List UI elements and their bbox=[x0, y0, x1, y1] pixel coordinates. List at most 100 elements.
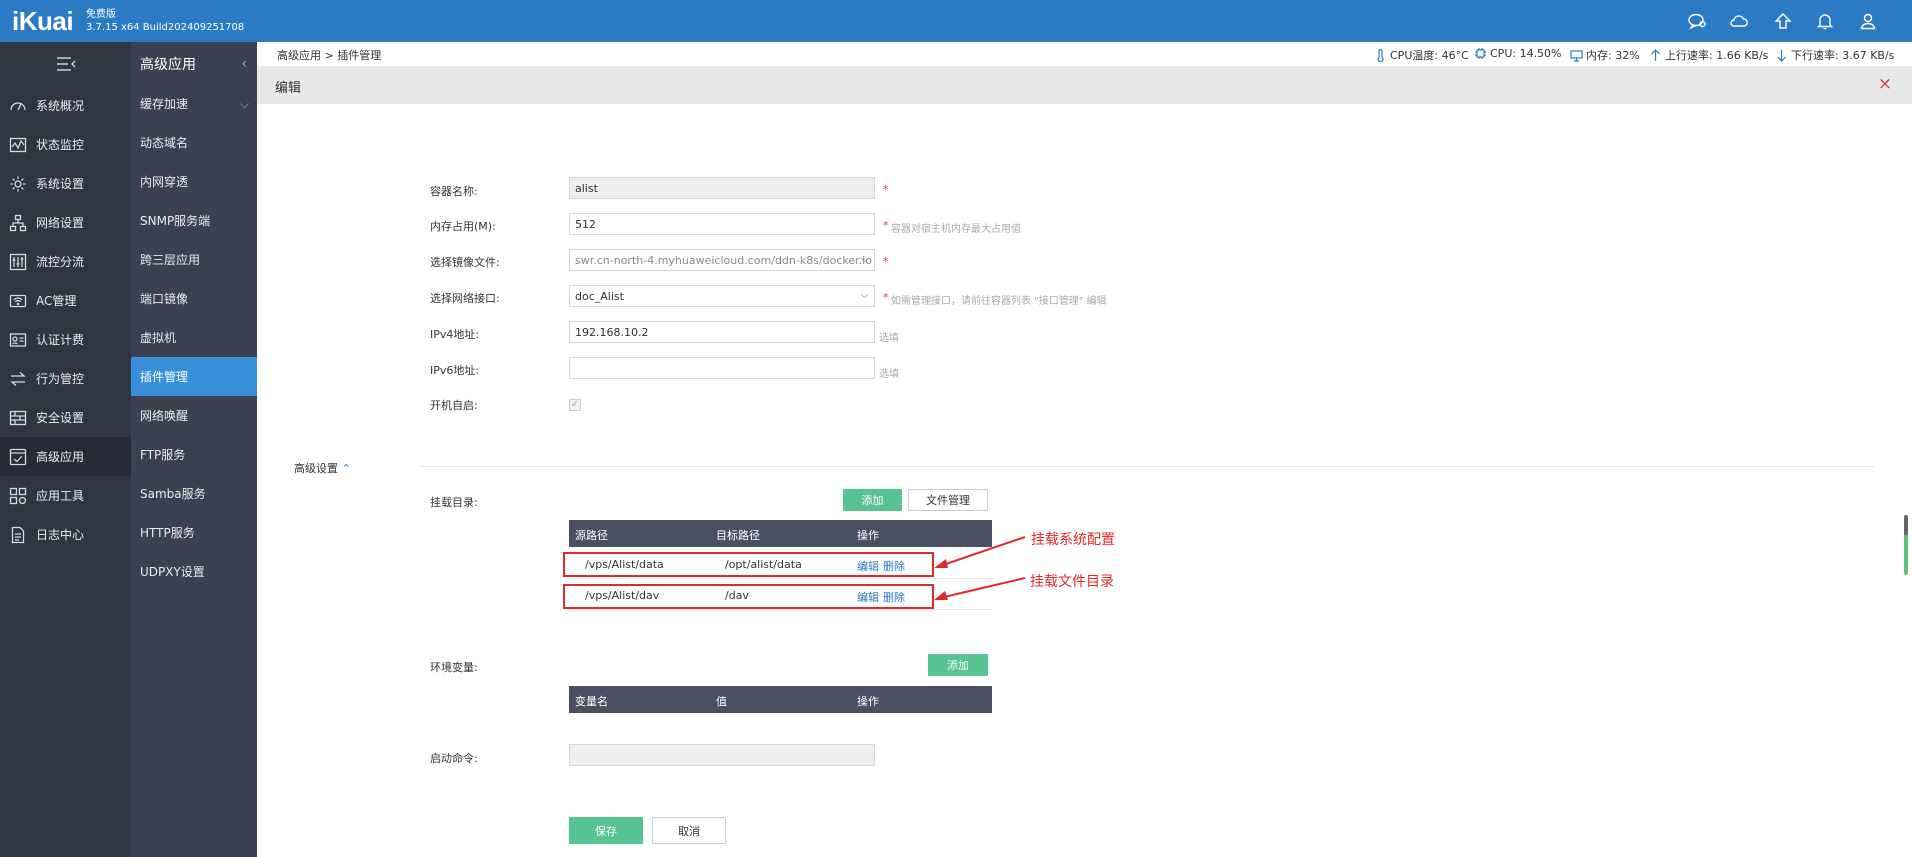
nav-item[interactable]: 安全设置 bbox=[0, 398, 131, 437]
collapse-chevron-icon[interactable]: ‹ bbox=[241, 56, 247, 72]
bell-icon[interactable] bbox=[1815, 11, 1835, 31]
chat-icon[interactable] bbox=[1687, 11, 1707, 31]
annotation-mount-config: 挂载系统配置 bbox=[1031, 532, 1115, 548]
sub-nav-item[interactable]: 网络唤醒 bbox=[131, 396, 257, 435]
nav-item[interactable]: 认证计费 bbox=[0, 320, 131, 359]
sub-nav-item[interactable]: 内网穿透 bbox=[131, 162, 257, 201]
nav-item-label: 日志中心 bbox=[36, 528, 85, 542]
sub-nav-item[interactable]: 动态域名 bbox=[131, 123, 257, 162]
sub-nav-item[interactable]: FTP服务 bbox=[131, 435, 257, 474]
nav-item[interactable]: 行为管控 bbox=[0, 359, 131, 398]
autostart-checkbox[interactable]: ✓ bbox=[569, 399, 581, 411]
log-file-icon bbox=[9, 526, 27, 544]
cancel-button[interactable]: 取消 bbox=[652, 817, 726, 844]
nav-item[interactable]: 日志中心 bbox=[0, 515, 131, 554]
sub-nav-item[interactable]: 虚拟机 bbox=[131, 318, 257, 357]
app-check-icon bbox=[9, 448, 27, 466]
image-select[interactable]: swr.cn-north-4.myhuaweicloud.com/ddn-k8s… bbox=[569, 249, 875, 271]
container-name-field[interactable]: alist bbox=[569, 177, 875, 199]
divider bbox=[420, 466, 1874, 467]
network-icon bbox=[9, 214, 27, 232]
sub-nav-item[interactable]: 缓存加速 ⌵ bbox=[131, 84, 257, 123]
sub-nav-item[interactable]: HTTP服务 bbox=[131, 513, 257, 552]
secondary-nav-title-text: 高级应用 bbox=[140, 57, 196, 73]
tools-grid-icon bbox=[9, 487, 27, 505]
sub-nav-item-label: 动态域名 bbox=[140, 136, 189, 150]
upgrade-icon[interactable] bbox=[1773, 11, 1793, 31]
nav-item[interactable]: 高级应用 bbox=[0, 437, 131, 476]
nav-item[interactable]: AC管理 bbox=[0, 281, 131, 320]
required-mark: * bbox=[883, 183, 889, 196]
ikuai-logo: iKuai bbox=[12, 6, 74, 36]
sub-nav-item[interactable]: 插件管理 bbox=[131, 357, 257, 396]
breadcrumb-bar: 高级应用 > 插件管理 CPU温度: 46°C CPU: 14.50% 内存: … bbox=[257, 42, 1912, 66]
memory-field[interactable]: 512 bbox=[569, 213, 875, 235]
arrows-icon bbox=[9, 370, 27, 388]
gear-icon bbox=[9, 175, 27, 193]
sub-nav-item-label: UDPXY设置 bbox=[140, 565, 205, 579]
version-info: 免费版 3.7.15 x64 Build202409251708 bbox=[86, 8, 244, 34]
container-name-label: 容器名称: bbox=[430, 185, 478, 198]
required-mark: * bbox=[883, 291, 889, 304]
ipv4-hint: 选填 bbox=[879, 333, 899, 344]
column-source-path: 源路径 bbox=[575, 529, 608, 542]
image-label: 选择镜像文件: bbox=[430, 256, 500, 269]
scrollbar-thumb[interactable] bbox=[1904, 515, 1908, 535]
save-button[interactable]: 保存 bbox=[569, 817, 643, 844]
file-management-button[interactable]: 文件管理 bbox=[908, 489, 988, 511]
sliders-icon bbox=[9, 253, 27, 271]
cpu-icon bbox=[1475, 48, 1486, 59]
ipv4-field[interactable]: 192.168.10.2 bbox=[569, 321, 875, 343]
nav-item[interactable]: 系统概况 bbox=[0, 86, 131, 125]
close-icon[interactable]: × bbox=[1878, 74, 1892, 94]
ipv4-label: IPv4地址: bbox=[430, 328, 480, 341]
image-select-value: swr.cn-north-4.myhuaweicloud.com/ddn-k8s… bbox=[575, 254, 872, 267]
add-env-button[interactable]: 添加 bbox=[928, 654, 988, 676]
sub-nav-item-label: 缓存加速 bbox=[140, 97, 189, 111]
memory-label: 内存占用(M): bbox=[430, 220, 496, 233]
sub-nav-item[interactable]: SNMP服务端 bbox=[131, 201, 257, 240]
interface-select[interactable]: doc_Alist ⌵ bbox=[569, 285, 875, 307]
nav-item[interactable]: 系统设置 bbox=[0, 164, 131, 203]
column-actions: 操作 bbox=[857, 529, 879, 542]
menu-toggle[interactable] bbox=[0, 42, 131, 86]
user-icon[interactable] bbox=[1858, 11, 1878, 31]
edition-label: 免费版 bbox=[86, 9, 116, 20]
nav-item-label: 行为管控 bbox=[36, 372, 85, 386]
monitor-icon bbox=[9, 136, 27, 154]
chevron-down-icon: ⌵ bbox=[239, 97, 249, 111]
sub-nav-item[interactable]: UDPXY设置 bbox=[131, 552, 257, 591]
add-mount-button[interactable]: 添加 bbox=[843, 489, 902, 511]
column-var-name: 变量名 bbox=[575, 695, 608, 708]
sub-nav-item[interactable]: 跨三层应用 bbox=[131, 240, 257, 279]
advanced-settings-text: 高级设置 bbox=[294, 462, 338, 475]
download-stat: 下行速率: 3.67 KB/s bbox=[1775, 47, 1894, 63]
advanced-settings-toggle[interactable]: 高级设置 ⌃ bbox=[294, 460, 351, 476]
memory-icon bbox=[1570, 49, 1583, 62]
sub-nav-item-label: 网络唤醒 bbox=[140, 409, 189, 423]
mount-label: 挂载目录: bbox=[430, 496, 478, 509]
secondary-nav-title: 高级应用 ‹ bbox=[131, 42, 257, 86]
nav-item[interactable]: 流控分流 bbox=[0, 242, 131, 281]
highlight-box bbox=[563, 584, 934, 609]
ipv6-field[interactable] bbox=[569, 357, 875, 379]
sub-nav-item[interactable]: Samba服务 bbox=[131, 474, 257, 513]
nav-item[interactable]: 状态监控 bbox=[0, 125, 131, 164]
memory-text: 内存: 32% bbox=[1586, 49, 1640, 62]
cpu-temp-stat: CPU温度: 46°C bbox=[1374, 47, 1469, 63]
sub-nav-item[interactable]: 端口镜像 bbox=[131, 279, 257, 318]
command-field[interactable] bbox=[569, 744, 875, 766]
mount-table-header: 源路径 目标路径 操作 bbox=[569, 520, 992, 547]
arrow-down-icon bbox=[1777, 49, 1786, 62]
autostart-label: 开机自启: bbox=[430, 399, 478, 412]
nav-item[interactable]: 应用工具 bbox=[0, 476, 131, 515]
nav-item-label: 应用工具 bbox=[36, 489, 85, 503]
annotation-mount-files: 挂载文件目录 bbox=[1030, 574, 1114, 590]
nav-item-label: 状态监控 bbox=[36, 138, 85, 152]
required-mark: * bbox=[883, 255, 889, 268]
env-table-header: 变量名 值 操作 bbox=[569, 686, 992, 713]
menu-collapse-icon[interactable] bbox=[56, 56, 76, 72]
nav-item[interactable]: 网络设置 bbox=[0, 203, 131, 242]
nav-item-label: 认证计费 bbox=[36, 333, 85, 347]
cloud-icon[interactable] bbox=[1729, 11, 1749, 31]
